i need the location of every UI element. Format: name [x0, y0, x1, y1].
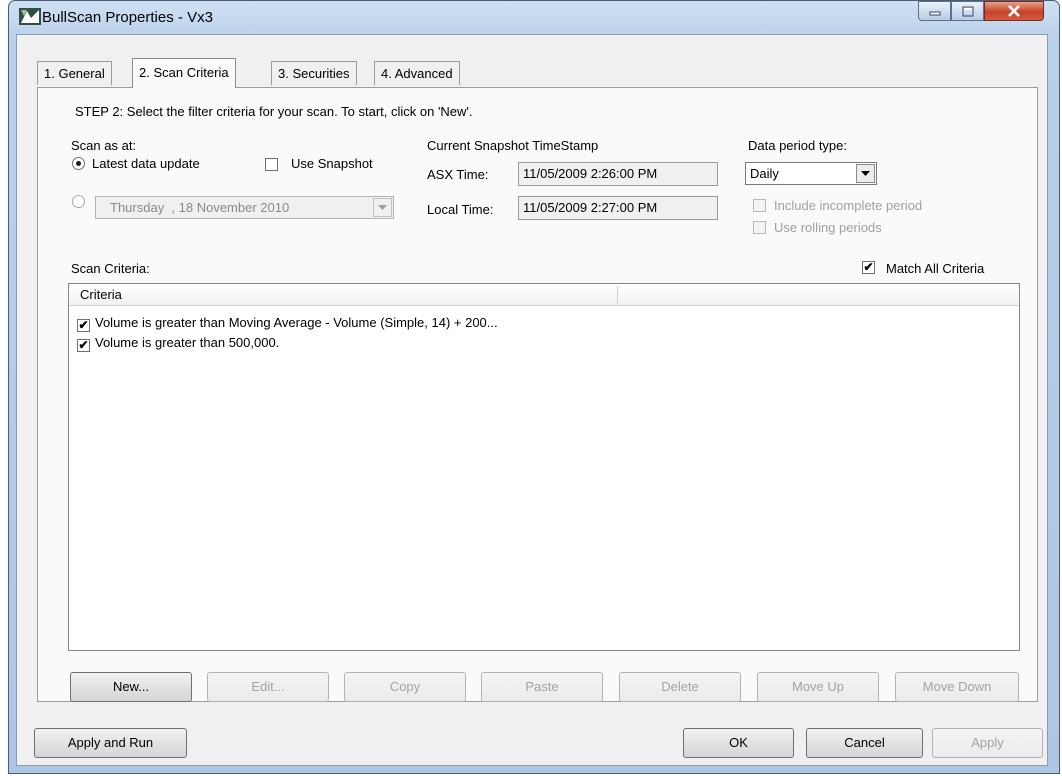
bullscan-app-icon — [19, 8, 41, 25]
criteria-list[interactable]: Criteria ✔ Volume is greater than Moving … — [68, 283, 1020, 651]
asx-time-label: ASX Time: — [427, 167, 489, 182]
criteria-row-text: Volume is greater than Moving Average - … — [95, 315, 498, 330]
new-button[interactable]: New... — [70, 672, 192, 702]
maximize-button[interactable] — [951, 1, 984, 21]
move-up-button[interactable]: Move Up — [757, 672, 879, 702]
date-picker[interactable]: Thursday , 18 November 2010 — [95, 196, 394, 219]
close-icon — [1008, 5, 1020, 17]
criteria-row-checkbox[interactable]: ✔ — [77, 339, 90, 352]
include-incomplete-checkbox[interactable] — [753, 199, 766, 212]
ok-button[interactable]: OK — [683, 728, 794, 758]
match-all-label: Match All Criteria — [886, 261, 985, 276]
tab-advanced[interactable]: 4. Advanced — [374, 61, 460, 85]
delete-button[interactable]: Delete — [619, 672, 741, 702]
close-button[interactable] — [984, 1, 1044, 21]
include-incomplete-label: Include incomplete period — [774, 198, 923, 213]
data-period-select[interactable]: Daily — [745, 162, 877, 185]
step-instructions: STEP 2: Select the filter criteria for y… — [75, 104, 473, 119]
minimize-icon — [929, 11, 940, 16]
tab-securities[interactable]: 3. Securities — [271, 61, 357, 85]
scan-as-at-label: Scan as at: — [71, 138, 137, 153]
criteria-row-text: Volume is greater than 500,000. — [95, 335, 280, 350]
copy-button[interactable]: Copy — [344, 672, 466, 702]
criteria-column-header[interactable]: Criteria — [80, 287, 122, 302]
specific-date-radio[interactable] — [72, 195, 85, 208]
local-time-field: 11/05/2009 2:27:00 PM — [518, 196, 718, 220]
use-snapshot-checkbox[interactable] — [265, 158, 278, 171]
asx-time-field: 11/05/2009 2:26:00 PM — [518, 162, 718, 186]
latest-data-label: Latest data update — [92, 156, 200, 171]
window-title: BullScan Properties - Vx3 — [42, 9, 213, 26]
criteria-row[interactable]: ✔ Volume is greater than Moving Average -… — [77, 315, 498, 333]
use-snapshot-label: Use Snapshot — [291, 156, 373, 171]
maximize-icon — [962, 6, 973, 16]
edit-button[interactable]: Edit... — [207, 672, 329, 702]
match-all-checkbox[interactable]: ✔ — [862, 261, 875, 274]
date-dropdown-button[interactable] — [373, 198, 392, 217]
tab-scan-criteria[interactable]: 2. Scan Criteria — [132, 58, 236, 88]
chevron-down-icon — [378, 205, 387, 210]
cancel-button[interactable]: Cancel — [806, 728, 923, 758]
caption-buttons — [918, 1, 1052, 23]
apply-button[interactable]: Apply — [932, 728, 1043, 758]
chevron-down-icon — [861, 171, 870, 176]
data-period-value: Daily — [750, 166, 779, 181]
move-down-button[interactable]: Move Down — [895, 672, 1019, 702]
apply-and-run-button[interactable]: Apply and Run — [34, 728, 187, 758]
criteria-list-header: Criteria — [69, 284, 1019, 306]
scan-criteria-label: Scan Criteria: — [71, 261, 150, 276]
snapshot-heading: Current Snapshot TimeStamp — [427, 138, 599, 153]
criteria-row-checkbox[interactable]: ✔ — [77, 319, 90, 332]
criteria-row[interactable]: ✔ Volume is greater than 500,000. — [77, 335, 279, 353]
paste-button[interactable]: Paste — [481, 672, 603, 702]
data-period-dropdown-button[interactable] — [856, 164, 875, 183]
tab-general[interactable]: 1. General — [37, 61, 112, 85]
rolling-periods-checkbox[interactable] — [753, 221, 766, 234]
column-divider[interactable] — [617, 286, 618, 304]
date-value: Thursday , 18 November 2010 — [110, 200, 290, 215]
latest-data-radio[interactable] — [72, 157, 85, 170]
data-period-label: Data period type: — [748, 138, 848, 153]
local-time-label: Local Time: — [427, 202, 494, 217]
minimize-button[interactable] — [918, 1, 951, 21]
rolling-periods-label: Use rolling periods — [774, 220, 882, 235]
